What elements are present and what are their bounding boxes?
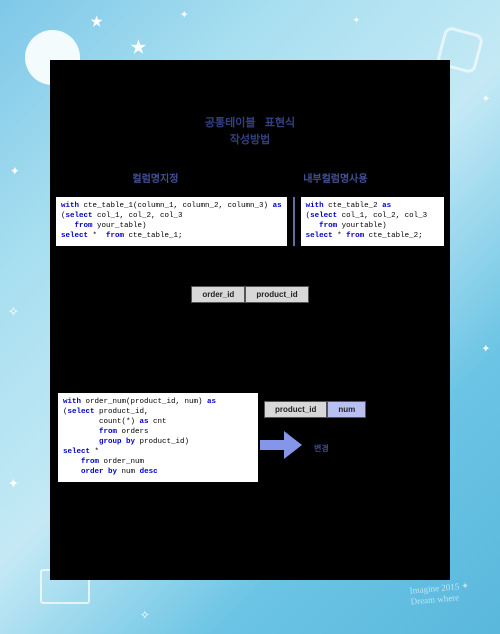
- result-table-header: product_id num: [264, 401, 442, 418]
- title-line-2: 작성방법: [230, 134, 270, 146]
- bottom-example-row: with order_num(product_id, num) as (sele…: [50, 393, 450, 482]
- slide-title: 공통테이블 표현식 작성방법: [50, 60, 450, 148]
- arrow-label: 변경: [314, 443, 329, 454]
- col-product-id-result: product_id: [264, 401, 327, 418]
- vertical-divider: [293, 197, 295, 246]
- code-box-bottom: with order_num(product_id, num) as (sele…: [58, 393, 258, 482]
- section-label-left: 컬럼명지정: [132, 170, 178, 185]
- arrow-icon: [260, 431, 308, 459]
- code-examples-row: with cte_table_1(column_1, column_2, col…: [50, 191, 450, 246]
- col-product-id: product_id: [245, 286, 308, 303]
- code-box-left: with cte_table_1(column_1, column_2, col…: [56, 197, 287, 246]
- slide-content: 공통테이블 표현식 작성방법 컬럼명지정 내부컬럼명사용 with cte_ta…: [50, 60, 450, 580]
- section-labels-row: 컬럼명지정 내부컬럼명사용: [50, 170, 450, 185]
- orders-table-header: order_id product_id: [191, 286, 308, 303]
- section-label-right: 내부컬럼명사용: [303, 170, 367, 185]
- code-box-right: with cte_table_2 as (select col_1, col_2…: [301, 197, 444, 246]
- title-part-2: 표현식: [265, 117, 295, 129]
- title-part-1: 공통테이블: [205, 117, 256, 129]
- col-num-result: num: [327, 401, 366, 418]
- col-order-id: order_id: [191, 286, 245, 303]
